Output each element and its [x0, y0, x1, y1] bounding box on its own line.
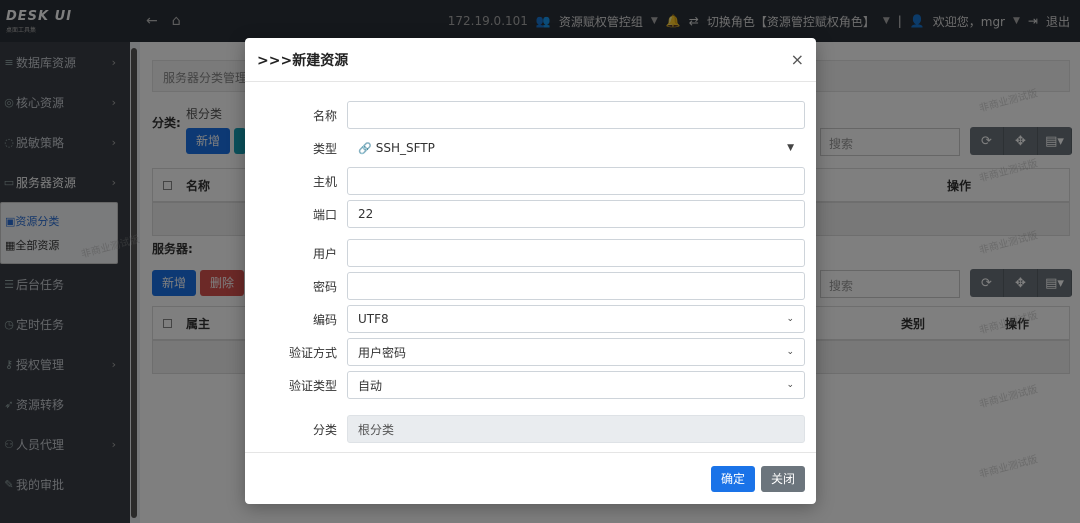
- auth-method-value: 用户密码: [358, 345, 407, 360]
- chevron-down-icon: ⌄: [786, 314, 794, 324]
- auth-type-label: 验证类型: [288, 378, 337, 393]
- encoding-select[interactable]: UTF8 ⌄: [347, 305, 805, 333]
- chevron-down-icon: ⌄: [786, 347, 794, 357]
- modal-body: 名称 类型 🔗 SSH_SFTP ▼ 主机 端口 22 用户 密码 编码 UTF…: [245, 82, 816, 452]
- field-row-encoding: 编码 UTF8 ⌄: [245, 305, 816, 333]
- field-row-auth-method: 验证方式 用户密码 ⌄: [245, 338, 816, 366]
- category-input: 根分类: [347, 415, 805, 443]
- encoding-label: 编码: [312, 312, 337, 327]
- auth-method-select[interactable]: 用户密码 ⌄: [347, 338, 805, 366]
- field-row-type: 类型 🔗 SSH_SFTP ▼: [245, 134, 816, 162]
- password-label: 密码: [312, 279, 337, 294]
- modal-header: >>>新建资源 ×: [245, 38, 816, 82]
- field-row-category: 分类 根分类: [245, 415, 816, 443]
- caret-down-icon: ▼: [787, 143, 794, 153]
- encoding-value: UTF8: [358, 312, 389, 326]
- modal-footer: 确定 关闭: [245, 452, 816, 504]
- close-icon[interactable]: ×: [791, 50, 804, 69]
- field-row-name: 名称: [245, 101, 816, 129]
- confirm-button[interactable]: 确定: [710, 465, 755, 492]
- close-button[interactable]: 关闭: [760, 465, 805, 492]
- port-label: 端口: [312, 207, 337, 222]
- host-label: 主机: [312, 174, 337, 189]
- name-input[interactable]: [347, 101, 805, 129]
- field-row-password: 密码: [245, 272, 816, 300]
- name-label: 名称: [312, 108, 337, 123]
- type-label: 类型: [312, 141, 337, 156]
- user-label: 用户: [312, 246, 337, 261]
- user-input[interactable]: [347, 239, 805, 267]
- type-select[interactable]: 🔗 SSH_SFTP ▼: [347, 134, 805, 162]
- field-row-port: 端口 22: [245, 200, 816, 228]
- type-value: SSH_SFTP: [375, 141, 435, 155]
- field-row-auth-type: 验证类型 自动 ⌄: [245, 371, 816, 399]
- port-input[interactable]: 22: [347, 200, 805, 228]
- link-icon: 🔗: [358, 141, 372, 155]
- auth-type-select[interactable]: 自动 ⌄: [347, 371, 805, 399]
- auth-type-value: 自动: [358, 378, 383, 393]
- category-label: 分类: [312, 422, 337, 437]
- auth-method-label: 验证方式: [288, 345, 337, 360]
- chevron-down-icon: ⌄: [786, 380, 794, 390]
- host-input[interactable]: [347, 167, 805, 195]
- field-row-user: 用户: [245, 239, 816, 267]
- field-row-host: 主机: [245, 167, 816, 195]
- new-resource-dialog: >>>新建资源 × 名称 类型 🔗 SSH_SFTP ▼ 主机 端口 22 用户: [245, 38, 816, 504]
- modal-title: >>>新建资源: [257, 52, 349, 69]
- password-input[interactable]: [347, 272, 805, 300]
